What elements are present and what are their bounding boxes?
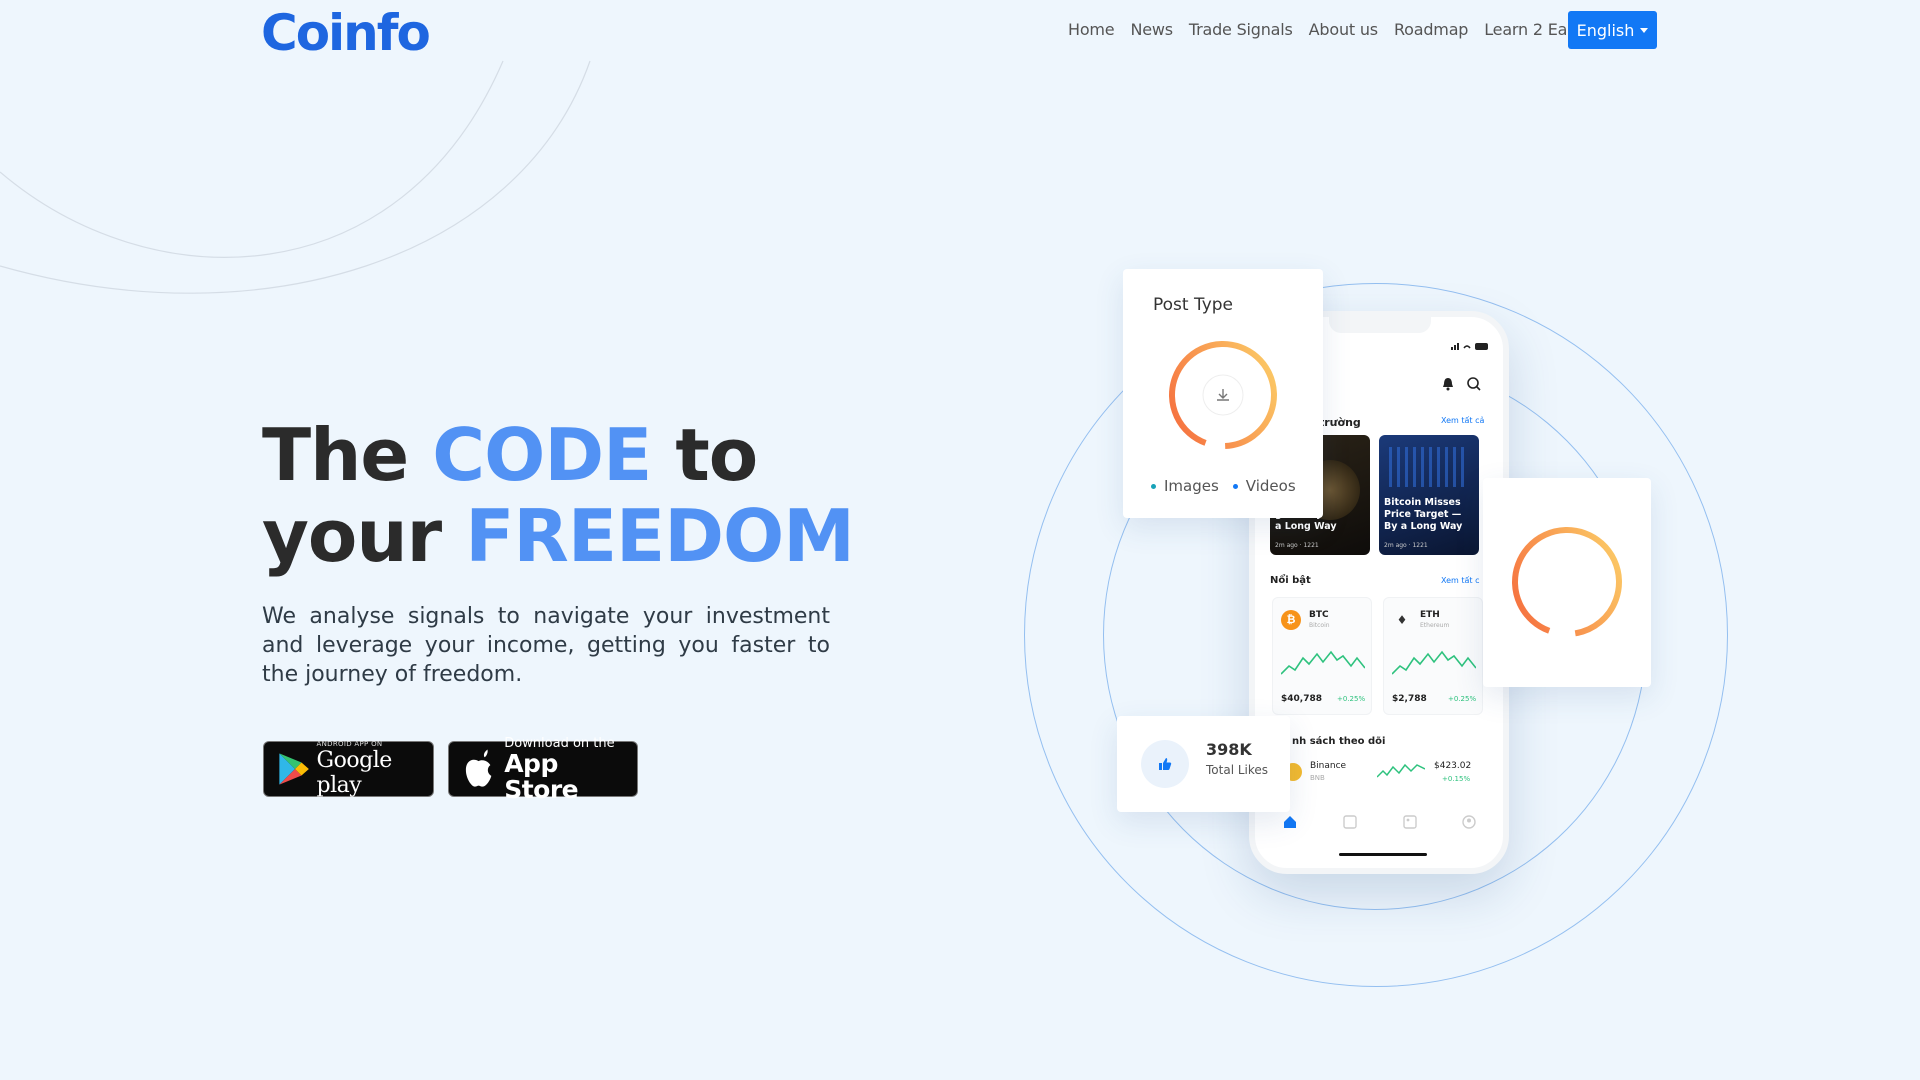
phone-notch [1329,317,1431,333]
section-watchlist-title: nh sách theo dõi [1292,736,1386,747]
see-all-link[interactable]: Xem tất c [1441,576,1480,585]
hero-title: The CODE to your FREEDOM [262,415,862,577]
coin-change: +0.25% [1337,695,1366,703]
logo[interactable]: Coinfo [261,4,431,62]
legend-images: Images [1164,477,1219,495]
gallery-tab-icon[interactable] [1403,815,1417,829]
coin-price: $40,788 [1281,694,1322,704]
google-play-text: Google play [316,748,393,798]
nav-news[interactable]: News [1130,20,1173,39]
like-icon-circle [1141,740,1189,788]
progress-ring [1512,527,1622,637]
coin-name: Ethereum [1420,622,1450,629]
google-play-small-text: ANDROID APP ON [316,740,383,748]
nav-trade-signals[interactable]: Trade Signals [1189,20,1293,39]
section-market-title: trường [1319,416,1361,429]
total-likes-card: 398K Total Likes [1117,716,1290,812]
legend-dot-images [1151,483,1156,489]
total-likes-label: Total Likes [1206,763,1269,777]
watch-price: $423.02 [1434,761,1472,771]
nav-about-us[interactable]: About us [1309,20,1378,39]
bell-icon[interactable] [1441,377,1455,391]
home-indicator [1339,853,1427,856]
main-nav: Home News Trade Signals About us Roadmap… [1068,10,1599,48]
watch-symbol: BNB [1310,774,1325,782]
sparkline [1392,650,1476,675]
status-bar-icons [1451,343,1488,350]
coin-change: +0.25% [1448,695,1477,703]
coin-symbol: BTC [1309,610,1329,620]
language-label: English [1576,20,1635,40]
hero-title-text: to [651,413,758,497]
hero-description: We analyse signals to navigate your inve… [262,604,830,687]
legend-videos: Videos [1245,477,1296,495]
legend-dot-videos [1232,483,1238,489]
ethereum-icon: ♦ [1396,613,1408,627]
thumbs-up-icon [1159,758,1172,770]
progress-ring-card [1483,478,1651,687]
news-card-title: Bitcoin Misses Price Target — By a Long … [1384,497,1463,532]
watch-change: +0.15% [1442,775,1471,783]
watch-name: Binance [1310,761,1347,771]
hero-title-highlight-code: CODE [432,413,652,497]
language-dropdown[interactable]: English [1568,11,1657,49]
caret-down-icon [1640,27,1649,33]
coin-symbol: ETH [1420,610,1440,620]
bitcoin-icon: ₿ [1281,610,1301,630]
google-play-button[interactable]: ANDROID APP ON Google play [263,740,434,798]
sparkline [1281,650,1365,675]
post-type-title: Post Type [1153,295,1234,315]
google-play-icon [279,753,309,785]
profile-tab-icon[interactable] [1462,815,1476,829]
watchlist-item[interactable]: Binance BNB $423.02 +0.15% [1270,757,1485,793]
news-card-meta: 2m ago · 1221 [1275,542,1319,549]
nav-home[interactable]: Home [1068,20,1115,39]
news-tab-icon[interactable] [1343,815,1357,829]
section-featured-title: Nổi bật [1270,575,1311,586]
post-type-legend: Images Videos [1151,477,1296,495]
news-card-meta: 2m ago · 1221 [1384,542,1428,549]
app-store-button[interactable]: Download on the App Store [448,736,638,802]
app-store-text: App Store [504,748,579,804]
coin-price: $2,788 [1392,694,1427,704]
hero-title-text: The [262,413,433,497]
sparkline [1377,763,1425,778]
home-tab-icon[interactable] [1283,815,1297,829]
coin-name: Bitcoin [1309,622,1330,629]
hero-title-highlight-freedom: FREEDOM [465,494,855,578]
total-likes-value: 398K [1206,740,1252,759]
hero-title-text: your [262,494,466,578]
nav-roadmap[interactable]: Roadmap [1394,20,1468,39]
see-all-link[interactable]: Xem tất cả [1441,416,1484,425]
news-card[interactable]: Bitcoin Misses Price Target — By a Long … [1379,435,1479,555]
apple-icon [465,749,492,787]
post-type-card: Post Type Images Videos [1123,269,1323,518]
search-icon[interactable] [1466,376,1482,392]
coin-card-eth[interactable]: ♦ ETH Ethereum $2,788 +0.25% [1383,597,1483,715]
download-icon [1217,389,1229,401]
coin-card-btc[interactable]: ₿ BTC Bitcoin $40,788 +0.25% [1272,597,1372,715]
